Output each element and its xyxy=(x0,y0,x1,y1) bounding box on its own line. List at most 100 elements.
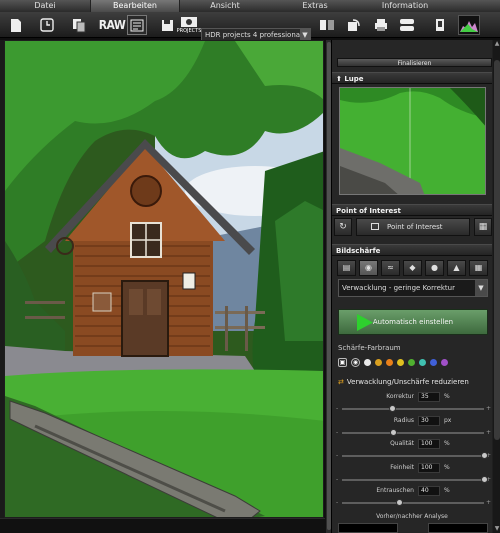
projects-label: PROJECTS xyxy=(176,27,202,34)
poi-button[interactable]: Point of Interest xyxy=(356,218,470,236)
loupe-preview[interactable] xyxy=(339,87,486,195)
menu-datei[interactable]: Datei xyxy=(0,0,90,12)
slider-track[interactable] xyxy=(342,475,488,483)
detail-mode-icon[interactable]: ▤ xyxy=(337,260,356,276)
lupe-header[interactable]: ⬆ Lupe xyxy=(332,72,492,84)
landscape-mode-icon[interactable]: ▲ xyxy=(447,260,466,276)
chevron-down-icon[interactable]: ▼ xyxy=(475,280,487,296)
slider-knob[interactable] xyxy=(395,499,403,506)
grid-mode-icon[interactable]: ▦ xyxy=(469,260,488,276)
slider-row: Radius 30 px - + xyxy=(334,415,492,441)
slider-label: Radius xyxy=(393,416,414,424)
slider-label: Feinheit xyxy=(390,463,414,471)
colorspace-dot-4[interactable] xyxy=(408,358,415,366)
projects-icon[interactable]: PROJECTS xyxy=(176,15,202,35)
poi-options-icon[interactable]: ▦ xyxy=(474,218,492,236)
slider-value-input[interactable]: 30 xyxy=(418,415,440,426)
profile-select-value: HDR projects 4 professional xyxy=(205,31,303,39)
diamond-mode-icon[interactable]: ◆ xyxy=(403,260,422,276)
loupe-image xyxy=(340,88,485,194)
compare-icon[interactable] xyxy=(318,15,336,35)
menu-extras[interactable]: Extras xyxy=(270,0,360,12)
sharpness-mode-tabs: ▤ ◉ ≈ ◆ ● ▲ ▦ xyxy=(334,260,492,276)
slider-knob[interactable] xyxy=(481,475,488,483)
sharpness-title: Bildschärfe xyxy=(336,247,381,255)
menu-bearbeiten[interactable]: Bearbeiten xyxy=(90,0,180,12)
lupe-title: Lupe xyxy=(344,75,364,83)
histogram-icon[interactable] xyxy=(458,15,480,35)
sharpness-preset-select[interactable]: Verwacklung - geringe Korrektur ▼ xyxy=(338,279,488,297)
slider-knob[interactable] xyxy=(388,405,396,412)
batch-icon[interactable] xyxy=(127,15,147,35)
slider-track[interactable] xyxy=(342,499,484,506)
colorspace-dot-3[interactable] xyxy=(397,358,404,366)
play-icon xyxy=(357,314,373,331)
slider-min-label: - xyxy=(336,475,339,483)
refresh-icon[interactable]: ↻ xyxy=(334,218,352,236)
wave-mode-icon[interactable]: ≈ xyxy=(381,260,400,276)
slider-max-label: + xyxy=(486,405,492,412)
slider-min-label: - xyxy=(336,428,339,436)
copy-icon[interactable] xyxy=(70,15,88,35)
toolbar: RAW PROJECTS HDR projects 4 professional… xyxy=(0,12,500,42)
print-icon[interactable] xyxy=(372,15,390,35)
portrait-mode-icon[interactable]: ● xyxy=(425,260,444,276)
colorspace-dot-7[interactable] xyxy=(441,358,448,366)
menu-ansicht[interactable]: Ansicht xyxy=(180,0,270,12)
selected-colorspace-icon[interactable]: ◉ xyxy=(351,357,360,367)
save-icon[interactable] xyxy=(158,15,176,35)
shake-label-text: Verwacklung/Unschärfe reduzieren xyxy=(346,378,469,386)
presets-icon[interactable] xyxy=(397,15,417,35)
analysis-after[interactable] xyxy=(428,523,488,533)
slider-value-input[interactable]: 35 xyxy=(418,392,440,402)
history-icon[interactable] xyxy=(38,15,56,35)
settings-panel: Finalisieren ⬆ Lupe Point of Interest ↻ … xyxy=(331,40,500,533)
scroll-down-icon[interactable]: ▼ xyxy=(493,525,500,533)
photo-canvas[interactable] xyxy=(4,40,324,518)
colorspace-dot-5[interactable] xyxy=(419,358,426,366)
colorspace-dot-1[interactable] xyxy=(375,358,382,366)
slider-max-label: + xyxy=(486,499,492,506)
panel-scrollbar-thumb[interactable] xyxy=(494,60,500,440)
analysis-before[interactable] xyxy=(338,523,398,533)
colorspace-label: Schärfe-Farbraum xyxy=(338,344,401,352)
sharpness-preset-value: Verwacklung - geringe Korrektur xyxy=(342,284,455,292)
shake-section-label[interactable]: ⇄ Verwacklung/Unschärfe reduzieren xyxy=(338,378,469,386)
slider-row: Feinheit 100% - + xyxy=(334,462,492,488)
colorspace-dot-6[interactable] xyxy=(430,358,437,366)
poi-header[interactable]: Point of Interest xyxy=(332,204,492,216)
slider-knob[interactable] xyxy=(481,452,488,459)
colorspace-picker: ▣ ◉ xyxy=(338,357,448,367)
colorspace-dot-2[interactable] xyxy=(386,358,393,366)
menubar: Datei Bearbeiten Ansicht Extras Informat… xyxy=(0,0,500,12)
crop-icon[interactable] xyxy=(432,15,448,35)
slider-unit: % xyxy=(444,393,450,400)
slider-max-label: + xyxy=(486,428,492,436)
menu-information[interactable]: Information xyxy=(360,0,450,12)
slider-label: Qualität xyxy=(390,440,414,447)
new-file-icon[interactable] xyxy=(8,15,24,35)
slider-track[interactable] xyxy=(342,405,484,412)
auto-adjust-button[interactable]: Automatisch einstellen xyxy=(338,309,488,335)
slider-value-input[interactable]: 100 xyxy=(418,462,440,473)
raw-icon[interactable]: RAW xyxy=(99,15,126,35)
slider-track[interactable] xyxy=(342,428,484,436)
rotate-icon[interactable] xyxy=(345,15,363,35)
slider-label: Korrektur xyxy=(386,393,414,400)
slider-track[interactable] xyxy=(342,452,488,459)
camera-colorspace-icon[interactable]: ▣ xyxy=(338,357,347,367)
sharpness-header[interactable]: Bildschärfe xyxy=(332,244,492,256)
finalize-tab[interactable]: Finalisieren xyxy=(337,58,492,67)
panel-scrollbar[interactable]: ▲ ▼ xyxy=(493,40,500,533)
photo-image xyxy=(5,41,323,517)
slider-value-input[interactable]: 40 xyxy=(418,486,440,496)
scroll-up-icon[interactable]: ▲ xyxy=(493,40,500,48)
slider-unit: % xyxy=(444,463,450,471)
colorspace-dot-0[interactable] xyxy=(364,358,371,366)
slider-value-input[interactable]: 100 xyxy=(418,439,440,449)
camera-mode-icon[interactable]: ◉ xyxy=(359,260,378,276)
slider-unit: % xyxy=(444,487,450,494)
slider-knob[interactable] xyxy=(390,428,398,436)
settings-panel-body: Finalisieren ⬆ Lupe Point of Interest ↻ … xyxy=(332,40,492,533)
poi-title: Point of Interest xyxy=(336,207,401,215)
